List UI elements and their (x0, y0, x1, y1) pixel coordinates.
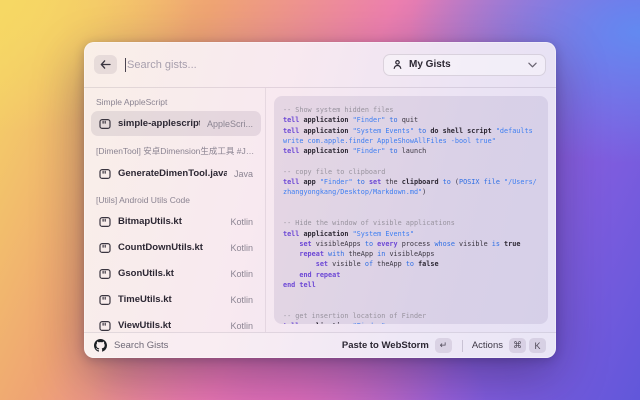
primary-action-label[interactable]: Paste to WebStorm (342, 340, 429, 351)
code-line (283, 198, 543, 208)
code-line: repeat with theApp in visibleApps (283, 249, 543, 259)
gist-filename: ViewUtils.kt (118, 320, 171, 331)
gist-icon (99, 118, 111, 130)
footer-bar: Search Gists Paste to WebStorm ↵ Actions… (84, 332, 556, 358)
scope-dropdown[interactable]: My Gists (383, 54, 546, 76)
code-line (283, 156, 543, 166)
code-line: tell application "System Events" (283, 229, 543, 239)
code-line (283, 208, 543, 218)
gist-icon (99, 294, 111, 306)
list-item[interactable]: simple-applescript.a... AppleScri... (91, 111, 261, 136)
footer-actions: Paste to WebStorm ↵ Actions ⌘ K (342, 338, 546, 353)
list-item[interactable]: TimeUtils.kt Kotlin (91, 287, 261, 312)
detail-pane: -- Show system hidden filestell applicat… (266, 88, 556, 332)
code-line: set visibleApps to every process whose v… (283, 239, 543, 249)
footer-divider (462, 340, 463, 352)
gist-icon (99, 268, 111, 280)
code-line: -- Show system hidden files (283, 105, 543, 115)
list-item[interactable]: GsonUtils.kt Kotlin (91, 261, 261, 286)
gist-filename: CountDownUtils.kt (118, 242, 203, 253)
code-line: end repeat (283, 270, 543, 280)
code-line: -- copy file to clipboard (283, 167, 543, 177)
code-line: tell app "Finder" to set the clipboard t… (283, 177, 543, 187)
list-item[interactable]: CountDownUtils.kt Kotlin (91, 235, 261, 260)
gists-launcher-window: My Gists Simple AppleScript simple-apples… (84, 42, 556, 358)
gist-language: Kotlin (230, 295, 253, 305)
chevron-down-icon (528, 62, 537, 68)
code-line: -- get insertion location of Finder (283, 311, 543, 321)
code-line: zhangyongkang/Desktop/Markdown.md") (283, 187, 543, 197)
list-item[interactable]: BitmapUtils.kt Kotlin (91, 209, 261, 234)
code-line: set visible of theApp to false (283, 259, 543, 269)
main-content: Simple AppleScript simple-applescript.a..… (84, 88, 556, 332)
code-line: write com.apple.finder AppleShowAllFiles… (283, 136, 543, 146)
search-header: My Gists (84, 42, 556, 88)
code-line: tell application "Finder" to launch (283, 146, 543, 156)
gist-icon (99, 216, 111, 228)
k-key-badge[interactable]: K (529, 338, 546, 353)
list-item[interactable]: ViewUtils.kt Kotlin (91, 313, 261, 332)
text-caret (125, 58, 126, 72)
gist-filename: simple-applescript.a... (118, 118, 200, 129)
gist-icon (99, 168, 111, 180)
desktop-background: My Gists Simple AppleScript simple-apples… (0, 0, 640, 400)
gist-language: Kotlin (230, 269, 253, 279)
code-line (283, 301, 543, 311)
gist-icon (99, 242, 111, 254)
gist-filename: GenerateDimenTool.java (118, 168, 227, 179)
section-header: [DimenTool] 安卓Dimension生成工具 #Java (96, 145, 257, 157)
gist-filename: TimeUtils.kt (118, 294, 172, 305)
gist-filename: BitmapUtils.kt (118, 216, 182, 227)
back-arrow-icon (100, 60, 111, 69)
code-line (283, 290, 543, 300)
app-label: Search Gists (114, 340, 168, 351)
gist-language: Kotlin (230, 243, 253, 253)
code-preview-panel[interactable]: -- Show system hidden filestell applicat… (274, 96, 548, 324)
scope-label: My Gists (409, 59, 451, 70)
gist-language: Java (234, 169, 253, 179)
section-header: [Utils] Android Utils Code (96, 195, 257, 205)
code-line: end tell (283, 280, 543, 290)
enter-key-badge[interactable]: ↵ (435, 338, 452, 353)
github-icon (94, 339, 107, 352)
code-line: -- Hide the window of visible applicatio… (283, 218, 543, 228)
search-input[interactable] (127, 59, 383, 71)
gist-list: Simple AppleScript simple-applescript.a..… (84, 88, 266, 332)
gist-language: AppleScri... (207, 119, 253, 129)
code-line: tell application "Finder" (283, 321, 543, 324)
gist-language: Kotlin (230, 217, 253, 227)
gist-language: Kotlin (230, 321, 253, 331)
code-line: tell application "Finder" to quit (283, 115, 543, 125)
gist-icon (99, 320, 111, 332)
person-icon (392, 59, 403, 70)
code-line: tell application "System Events" to do s… (283, 126, 543, 136)
gist-filename: GsonUtils.kt (118, 268, 174, 279)
actions-label[interactable]: Actions (472, 340, 503, 351)
section-header: Simple AppleScript (96, 97, 257, 107)
code-block: -- Show system hidden filestell applicat… (283, 105, 543, 324)
cmd-key-badge[interactable]: ⌘ (509, 338, 526, 353)
list-item[interactable]: GenerateDimenTool.java Java (91, 161, 261, 186)
back-button[interactable] (94, 55, 117, 74)
